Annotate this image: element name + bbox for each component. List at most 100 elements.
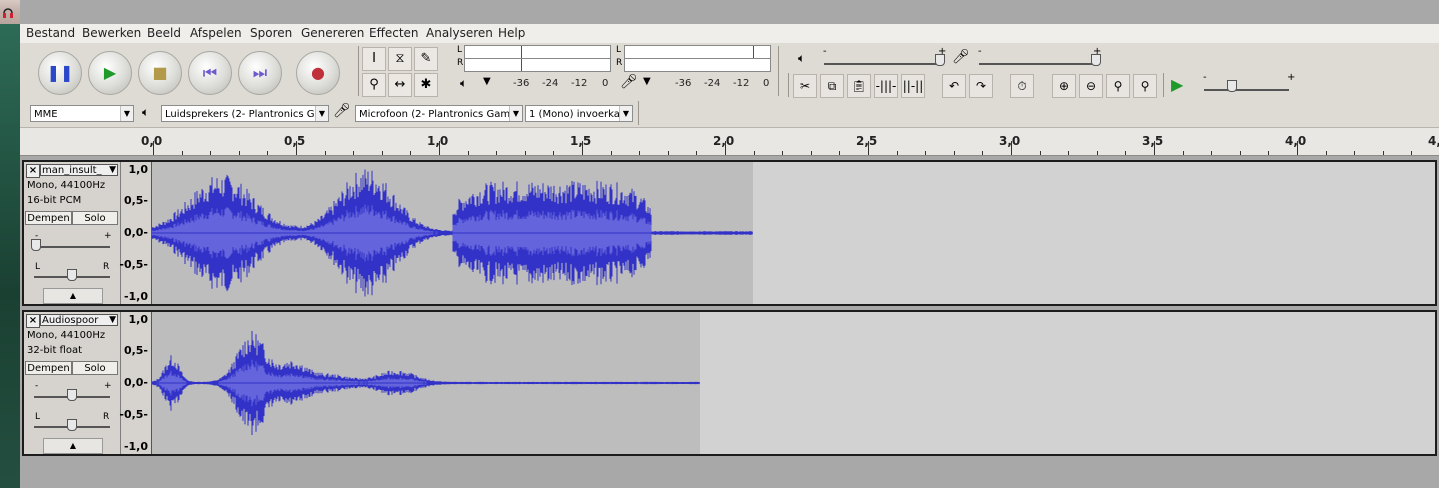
input-device-select[interactable]: Microfoon (2- Plantronics Gam ▼ <box>355 105 523 122</box>
play-speed-slider[interactable] <box>1204 89 1289 91</box>
zoom-in-button[interactable]: ⊕ <box>1052 74 1076 98</box>
empty-track-area[interactable] <box>700 312 1435 454</box>
fit-project-button[interactable]: ⚲ <box>1133 74 1157 98</box>
collapse-track-button[interactable]: ▲ <box>43 288 103 304</box>
collapse-track-button[interactable]: ▲ <box>43 438 103 454</box>
sync-lock-button[interactable]: ⏱ <box>1010 74 1034 98</box>
audio-host-select[interactable]: MME ▼ <box>30 105 134 122</box>
pan-slider-thumb[interactable] <box>67 419 77 431</box>
speaker-icon: 🔈︎ <box>460 76 468 90</box>
input-channels-select[interactable]: 1 (Mono) invoerka ▼ <box>525 105 633 122</box>
menu-bewerken[interactable]: Bewerken <box>82 26 141 40</box>
undo-button[interactable]: ↶ <box>942 74 966 98</box>
mute-button[interactable]: Dempen <box>25 211 72 225</box>
ruler-minor-tick <box>639 151 641 155</box>
solo-button[interactable]: Solo <box>72 361 118 375</box>
track-close-button[interactable]: × <box>26 314 40 328</box>
output-volume-slider[interactable] <box>824 63 939 65</box>
chevron-up-icon: ▲ <box>69 441 77 450</box>
zoom-tool[interactable]: ⚲ <box>362 73 386 97</box>
fit-selection-button[interactable]: ⚲ <box>1106 74 1130 98</box>
play-meter-l-label: L <box>457 45 463 55</box>
pause-button[interactable]: ❚❚ <box>38 51 82 95</box>
pan-left-label: L <box>35 412 41 422</box>
ruler-minor-tick <box>925 151 927 155</box>
track-name-menu[interactable]: man_insult_ ▼ <box>40 164 118 176</box>
record-button[interactable]: ● <box>296 51 340 95</box>
copy-button[interactable]: ⧉ <box>820 74 844 98</box>
input-volume-slider[interactable] <box>979 63 1094 65</box>
multi-tool[interactable]: ✱ <box>414 73 438 97</box>
gain-slider[interactable] <box>34 246 110 248</box>
timeline-ruler[interactable]: 0,0 0,5 1,0 1,5 2,0 2,5 3,0 3,5 4,0 4, <box>20 128 1439 156</box>
stop-icon: ■ <box>152 63 168 82</box>
solo-button[interactable]: Solo <box>72 211 118 225</box>
track-close-button[interactable]: × <box>26 164 40 178</box>
microphone-icon: 🎤︎ <box>620 74 638 90</box>
play-at-speed-button[interactable]: ▶ <box>1171 75 1183 94</box>
rec-meter-left <box>624 45 771 59</box>
menu-help[interactable]: Help <box>498 26 525 40</box>
pan-right-label: R <box>103 262 110 272</box>
ruler-minor-tick <box>410 151 412 155</box>
menu-effecten[interactable]: Effecten <box>369 26 419 40</box>
rec-scale-36: -36 <box>675 78 692 89</box>
pan-left-label: L <box>35 262 41 272</box>
menu-genereren[interactable]: Genereren <box>301 26 364 40</box>
envelope-tool[interactable]: ⧖ <box>388 47 412 71</box>
output-device-select[interactable]: Luidsprekers (2- Plantronics Ga ▼ <box>161 105 329 122</box>
rec-scale-12: -12 <box>733 78 750 89</box>
track-bit-depth: 16-bit PCM <box>27 195 82 206</box>
close-icon: × <box>28 315 38 326</box>
redo-button[interactable]: ↷ <box>969 74 993 98</box>
output-volume-thumb[interactable] <box>935 54 945 66</box>
gain-slider-thumb[interactable] <box>31 239 41 251</box>
menu-afspelen[interactable]: Afspelen <box>190 26 242 40</box>
track-name-menu[interactable]: Audiospoor ▼ <box>40 314 118 326</box>
menu-sporen[interactable]: Sporen <box>250 26 292 40</box>
speed-slider-minus: - <box>1203 72 1207 83</box>
ruler-minor-tick <box>953 151 955 155</box>
gain-slider-thumb[interactable] <box>67 389 77 401</box>
selection-tool[interactable]: I <box>362 47 386 71</box>
cut-button[interactable]: ✂ <box>793 74 817 98</box>
ruler-minor-tick <box>1325 151 1327 155</box>
chevron-down-icon: ▼ <box>109 315 116 325</box>
waveform-area[interactable] <box>152 162 753 304</box>
asterisk-icon: ✱ <box>420 77 432 92</box>
mute-button[interactable]: Dempen <box>25 361 72 375</box>
zoom-fit-project-icon: ⚲ <box>1140 79 1150 93</box>
menu-bestand[interactable]: Bestand <box>26 26 75 40</box>
zoom-out-button[interactable]: ⊖ <box>1079 74 1103 98</box>
stop-button[interactable]: ■ <box>138 51 182 95</box>
skip-end-button[interactable]: ⏭ <box>238 51 282 95</box>
input-volume-icon: 🎤︎ <box>952 49 970 65</box>
skip-start-icon: ⏮ <box>202 63 218 82</box>
silence-button[interactable]: ||-|| <box>901 74 925 98</box>
empty-track-area[interactable] <box>753 162 1435 304</box>
ruler-minor-tick <box>267 151 269 155</box>
ruler-minor-tick <box>467 151 469 155</box>
menu-analyseren[interactable]: Analyseren <box>426 26 493 40</box>
draw-tool[interactable]: ✎ <box>414 47 438 71</box>
ruler-minor-tick <box>181 151 183 155</box>
waveform-area[interactable] <box>152 312 700 454</box>
pan-slider-thumb[interactable] <box>67 269 77 281</box>
audio-track-1[interactable]: × man_insult_ ▼ Mono, 44100Hz 16-bit PCM … <box>22 160 1437 306</box>
audio-track-2[interactable]: × Audiospoor ▼ Mono, 44100Hz 32-bit float… <box>22 310 1437 456</box>
paste-button[interactable]: 📋︎ <box>847 74 871 98</box>
ruler-minor-tick <box>1268 151 1270 155</box>
play-button[interactable]: ▶ <box>88 51 132 95</box>
rec-meter-menu-arrow[interactable]: ▼ <box>643 76 651 87</box>
toolbar-separator <box>638 101 639 125</box>
ruler-label: 4,0 <box>1285 134 1307 148</box>
timeshift-tool[interactable]: ↔ <box>388 73 412 97</box>
input-volume-thumb[interactable] <box>1091 54 1101 66</box>
track-format: Mono, 44100Hz <box>27 330 106 341</box>
menu-beeld[interactable]: Beeld <box>147 26 181 40</box>
play-speed-thumb[interactable] <box>1227 80 1237 92</box>
play-meter-menu-arrow[interactable]: ▼ <box>483 76 491 87</box>
play-scale-36: -36 <box>513 78 530 89</box>
skip-start-button[interactable]: ⏮ <box>188 51 232 95</box>
trim-button[interactable]: -|||- <box>874 74 898 98</box>
